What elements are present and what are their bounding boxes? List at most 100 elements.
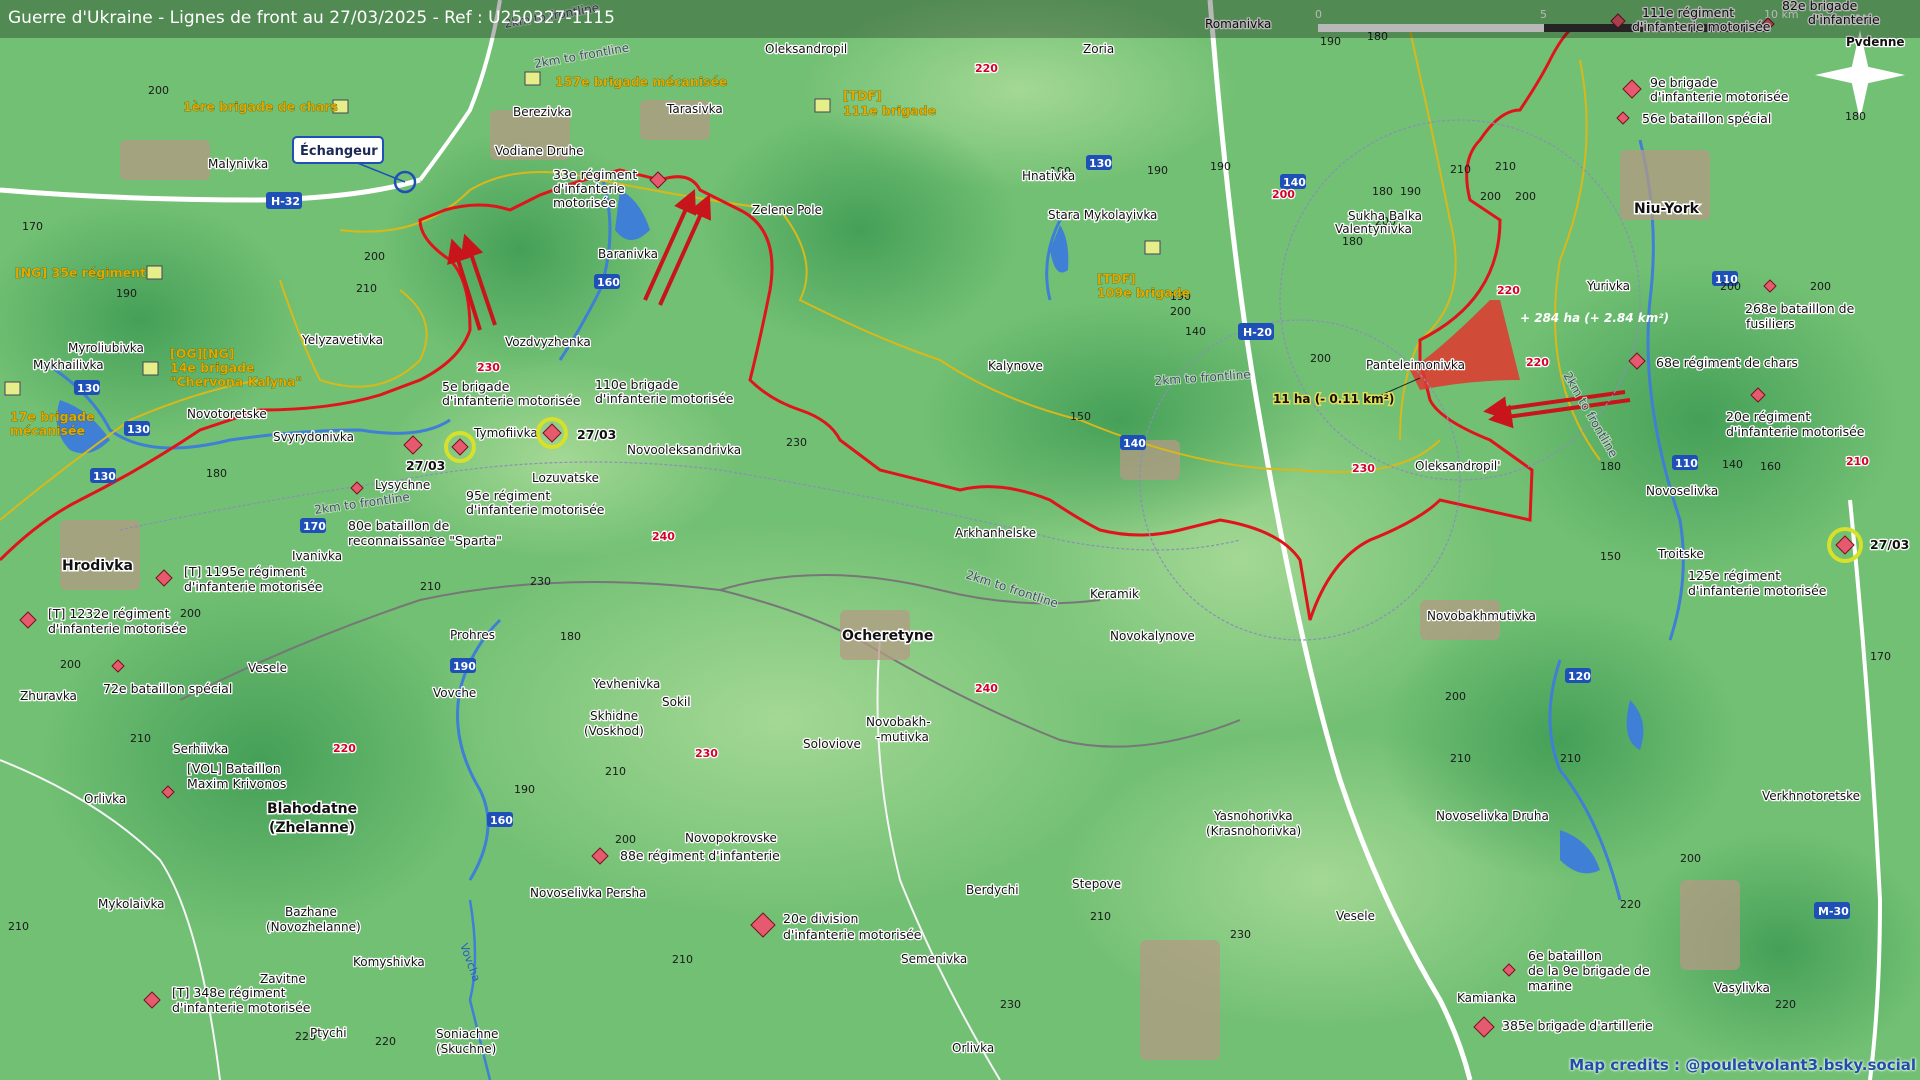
svg-text:190: 190 (116, 287, 137, 300)
place-ptychi: Ptychi (310, 1026, 347, 1040)
svg-text:27/03: 27/03 (406, 458, 445, 473)
road-t200: 200 (1272, 188, 1295, 201)
road-140-b: 140 (1123, 437, 1146, 450)
svg-text:17e brigade: 17e brigade (10, 409, 94, 424)
map-credits[interactable]: Map credits : @pouletvolant3.bsky.social (1569, 1056, 1916, 1074)
svg-text:210: 210 (356, 282, 377, 295)
place-troitske: Troitske (1657, 547, 1704, 561)
svg-text:56e bataillon spécial: 56e bataillon spécial (1642, 111, 1771, 126)
road-t220-d: 220 (333, 742, 356, 755)
svg-text:180: 180 (1845, 110, 1866, 123)
place-oleksandropil-2: Oleksandropil' (1415, 459, 1501, 473)
svg-text:180: 180 (206, 467, 227, 480)
place-svyrydonivka: Svyrydonivka (273, 430, 354, 444)
place-skhidne: Skhidne (590, 709, 638, 723)
svg-text:150: 150 (1070, 410, 1091, 423)
svg-text:268e bataillon de: 268e bataillon de (1745, 301, 1855, 316)
title-bar: Guerre d'Ukraine - Lignes de front au 27… (0, 0, 1920, 38)
place-valentynivka: Valentynivka (1335, 222, 1412, 236)
place-verkhnotoretske: Verkhnotoretske (1762, 789, 1860, 803)
road-h20: H-20 (1243, 326, 1272, 339)
place-novobakh-2: -mutivka (876, 730, 929, 744)
svg-text:5e brigade: 5e brigade (442, 379, 510, 394)
svg-text:33e régiment: 33e régiment (553, 167, 637, 182)
place-oleksandropil: Oleksandropil (765, 42, 847, 56)
place-niu-york: Niu-York (1634, 201, 1700, 217)
svg-text:20e régiment: 20e régiment (1726, 409, 1810, 424)
svg-text:190: 190 (1147, 164, 1168, 177)
svg-text:d'infanterie motorisée: d'infanterie motorisée (442, 393, 581, 408)
ukr-unit-marker-icon (142, 361, 159, 376)
place-vesele-2: Vesele (1336, 909, 1375, 923)
svg-text:200: 200 (60, 658, 81, 671)
place-baranivka: Baranivka (598, 247, 658, 261)
svg-text:[T] 348e régiment: [T] 348e régiment (172, 985, 286, 1000)
place-blahodatne: Blahodatne (267, 801, 357, 817)
road-t230-a: 230 (477, 361, 500, 374)
road-t240-a: 240 (652, 530, 675, 543)
place-novobakh-1: Novobakh- (866, 715, 931, 729)
road-130-d: 130 (1089, 157, 1112, 170)
ukr-unit-marker-icon (814, 98, 831, 113)
svg-text:230: 230 (786, 436, 807, 449)
place-kalynove: Kalynove (988, 359, 1043, 373)
svg-text:160: 160 (1760, 460, 1781, 473)
map-canvas[interactable]: 0 5 10 km N H-32 H-20 M-30 130 130 130 1… (0, 0, 1920, 1080)
svg-text:180: 180 (560, 630, 581, 643)
place-tarasivka: Tarasivka (666, 102, 723, 116)
place-serhiivka: Serhiivka (173, 742, 228, 756)
svg-text:reconnaissance "Sparta": reconnaissance "Sparta" (348, 533, 502, 548)
svg-text:d'infanterie: d'infanterie (553, 181, 625, 196)
svg-text:140: 140 (1185, 325, 1206, 338)
place-novobakhmutivka: Novobakhmutivka (1427, 609, 1536, 623)
place-berezivka: Berezivka (513, 105, 572, 119)
svg-text:[T] 1232e régiment: [T] 1232e régiment (48, 606, 170, 621)
place-vasylivka: Vasylivka (1714, 981, 1770, 995)
svg-text:180: 180 (1600, 460, 1621, 473)
place-skuchne: (Skuchne) (436, 1042, 496, 1056)
svg-text:d'infanterie motorisée: d'infanterie motorisée (1726, 424, 1865, 439)
road-t220-b: 220 (1497, 284, 1520, 297)
gain-small-label: 11 ha (- 0.11 km²) (1273, 392, 1394, 406)
ukr-unit-marker-icon (4, 381, 21, 396)
svg-text:d'infanterie motorisée: d'infanterie motorisée (172, 1000, 311, 1015)
svg-text:d'infanterie motorisée: d'infanterie motorisée (1650, 89, 1789, 104)
place-stara-mykolayivka: Stara Mykolayivka (1048, 208, 1157, 222)
svg-text:27/03: 27/03 (577, 427, 616, 442)
svg-text:210: 210 (130, 732, 151, 745)
svg-text:210: 210 (420, 580, 441, 593)
svg-text:[NG] 35e régiment: [NG] 35e régiment (15, 265, 146, 280)
road-h32: H-32 (271, 195, 300, 208)
svg-text:220: 220 (1620, 898, 1641, 911)
place-kamianka: Kamianka (1457, 991, 1516, 1005)
svg-text:210: 210 (1090, 910, 1111, 923)
place-orlivka-2: Orlivka (952, 1041, 994, 1055)
place-novopokrovske: Novopokrovske (685, 831, 777, 845)
place-malynivka: Malynivka (208, 157, 268, 171)
svg-text:d'infanterie motorisée: d'infanterie motorisée (184, 579, 323, 594)
svg-text:20e division: 20e division (783, 911, 858, 926)
place-vozdvyzhenka: Vozdvyzhenka (505, 335, 591, 349)
road-m30: M-30 (1818, 905, 1849, 918)
svg-text:157e brigade mécanisée: 157e brigade mécanisée (555, 74, 727, 89)
place-prohres: Prohres (450, 628, 495, 642)
svg-text:88e régiment d'infanterie: 88e régiment d'infanterie (620, 848, 780, 863)
place-krasnohorivka: (Krasnohorivka) (1206, 824, 1301, 838)
svg-text:230: 230 (530, 575, 551, 588)
place-bazhane: Bazhane (285, 905, 337, 919)
svg-text:210: 210 (1560, 752, 1581, 765)
svg-text:[T] 1195e régiment: [T] 1195e régiment (184, 564, 306, 579)
road-130-b: 130 (127, 423, 150, 436)
svg-text:200: 200 (1480, 190, 1501, 203)
place-ocheretyne: Ocheretyne (842, 628, 933, 644)
place-vesele: Vesele (248, 661, 287, 675)
svg-text:210: 210 (1450, 752, 1471, 765)
svg-text:200: 200 (1515, 190, 1536, 203)
svg-text:d'infanterie motorisée: d'infanterie motorisée (48, 621, 187, 636)
svg-text:14e brigade: 14e brigade (170, 360, 254, 375)
ukr-unit-marker-icon (146, 265, 163, 280)
svg-text:9e brigade: 9e brigade (1650, 75, 1718, 90)
svg-text:200: 200 (1310, 352, 1331, 365)
map-title: Guerre d'Ukraine - Lignes de front au 27… (8, 8, 615, 28)
svg-text:110e brigade: 110e brigade (595, 377, 679, 392)
